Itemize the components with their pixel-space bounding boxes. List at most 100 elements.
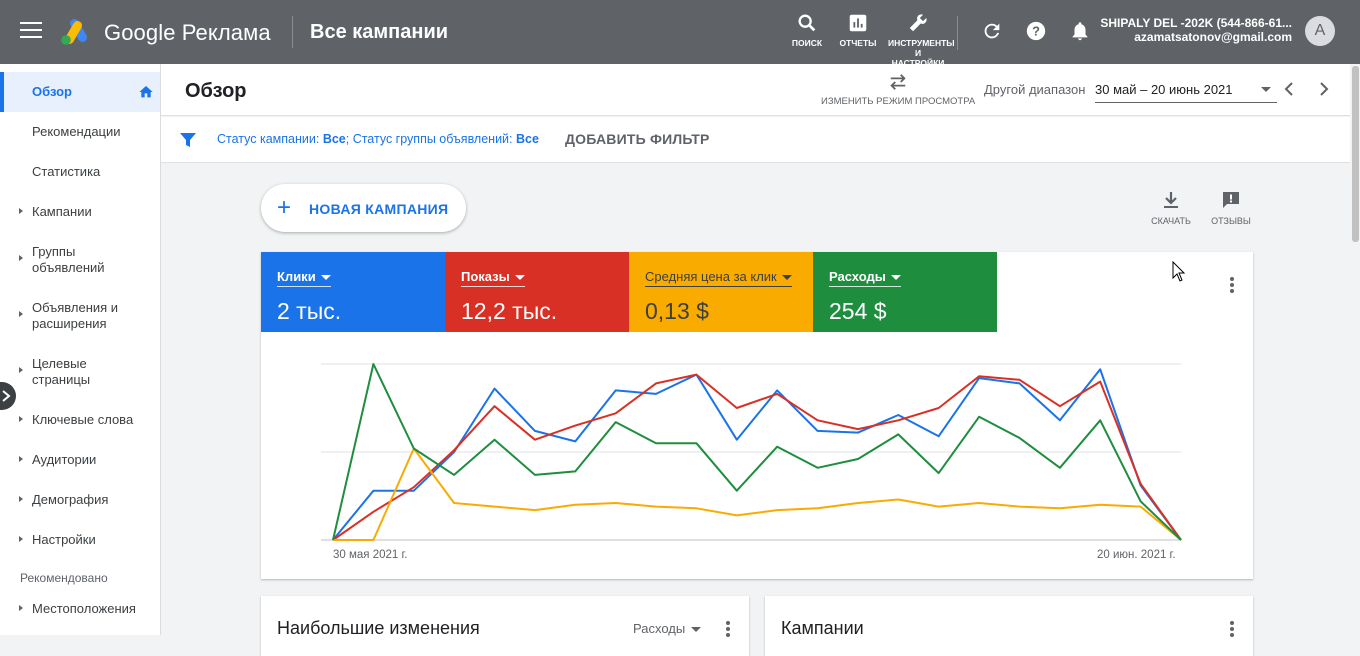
sidebar-item-label: Статистика xyxy=(32,164,101,179)
search-tool-label: ПОИСК xyxy=(791,38,823,48)
avatar[interactable]: A xyxy=(1305,16,1335,46)
expand-arrow-icon xyxy=(19,367,23,373)
download-icon xyxy=(1164,192,1178,208)
refresh-icon[interactable] xyxy=(981,20,1003,42)
date-range-value: 30 май – 20 июнь 2021 xyxy=(1095,82,1233,97)
dropdown-caret-icon xyxy=(320,275,331,281)
metric-cost[interactable]: Расходы 254 $ xyxy=(813,252,997,332)
expand-arrow-icon xyxy=(19,605,23,611)
home-icon xyxy=(139,86,153,98)
view-mode-label: ИЗМЕНИТЬ РЕЖИМ ПРОСМОТРА xyxy=(821,96,976,107)
dropdown-caret-icon xyxy=(781,275,792,281)
metric-impressions[interactable]: Показы 12,2 тыс. xyxy=(445,252,629,332)
feedback-label: ОТЗЫВЫ xyxy=(1211,216,1251,226)
metric-select[interactable]: Расходы xyxy=(633,621,702,636)
filter-value: Все xyxy=(322,132,346,146)
plus-icon: + xyxy=(277,194,292,221)
new-campaign-button[interactable]: + НОВАЯ КАМПАНИЯ xyxy=(261,184,466,232)
sidebar-item-label: Рекомендации xyxy=(32,124,121,139)
mouse-cursor-icon xyxy=(1172,261,1186,282)
download-label: СКАЧАТЬ xyxy=(1151,216,1191,226)
sidebar-item-keywords[interactable]: Ключевые слова xyxy=(0,412,160,432)
sidebar-item-landing-pages[interactable]: Целевые страницы xyxy=(0,356,160,392)
expand-arrow-icon xyxy=(19,536,23,542)
metric-label: Показы xyxy=(461,269,525,287)
reports-tool[interactable]: ОТЧЕТЫ xyxy=(838,12,878,48)
expand-arrow-icon xyxy=(19,311,23,317)
scrollbar[interactable] xyxy=(1350,64,1360,635)
section-label-recommended: Рекомендовано xyxy=(20,571,108,585)
tools-label-1: ИНСТРУМЕНТЫ xyxy=(888,38,955,48)
dropdown-caret-icon xyxy=(691,627,702,633)
scrollbar-thumb[interactable] xyxy=(1352,66,1359,242)
add-filter-button[interactable]: ДОБАВИТЬ ФИЛЬТР xyxy=(565,131,710,147)
swap-icon xyxy=(890,74,906,90)
series-line-Средняя цена за клик xyxy=(333,447,1182,541)
feedback-button[interactable]: ОТЗЫВЫ xyxy=(1210,190,1252,226)
metric-value: 2 тыс. xyxy=(277,298,342,324)
date-range-select[interactable]: 30 май – 20 июнь 2021 xyxy=(1095,77,1277,103)
chevron-right-icon[interactable] xyxy=(1317,81,1331,97)
account-info[interactable]: SHIPALY DEL -202K (544-866-61... azamats… xyxy=(1100,16,1292,44)
sidebar-item-ads-extensions[interactable]: Объявления и расширения xyxy=(0,300,160,336)
chevron-left-icon[interactable] xyxy=(1282,81,1296,97)
card-title: Наибольшие изменения xyxy=(277,618,480,638)
account-name: SHIPALY DEL -202K (544-866-61... xyxy=(1100,16,1292,30)
dropdown-caret-icon xyxy=(890,275,901,281)
page-header: Обзор ИЗМЕНИТЬ РЕЖИМ ПРОСМОТРА Другой ди… xyxy=(161,64,1360,116)
svg-text:?: ? xyxy=(1032,24,1040,39)
expand-arrow-icon xyxy=(19,255,23,261)
card-title: Кампании xyxy=(781,618,864,638)
dropdown-caret-icon xyxy=(514,275,525,281)
sidebar-item-recommendations[interactable]: Рекомендации xyxy=(0,124,160,144)
page-heading: Все кампании xyxy=(310,21,449,43)
sidebar-item-label: Настройки xyxy=(32,532,96,547)
more-options-icon[interactable] xyxy=(726,621,730,639)
metric-label: Расходы xyxy=(829,269,901,287)
help-icon[interactable]: ? xyxy=(1025,20,1047,42)
metric-value: 254 $ xyxy=(829,298,887,324)
sidebar-item-demographics[interactable]: Демография xyxy=(0,492,160,512)
reports-tool-label: ОТЧЕТЫ xyxy=(839,38,877,48)
divider xyxy=(292,16,293,48)
tools-label-2: И xyxy=(914,48,922,58)
divider xyxy=(957,16,958,50)
sidebar-item-label: Целевые страницы xyxy=(32,356,91,387)
sidebar-item-label: Объявления и расширения xyxy=(32,300,119,331)
more-options-icon[interactable] xyxy=(1230,621,1234,639)
sidebar-item-settings[interactable]: Настройки xyxy=(0,532,160,552)
feedback-icon xyxy=(1223,192,1239,208)
sidebar-item-campaigns[interactable]: Кампании xyxy=(0,204,160,224)
sidebar-item-audiences[interactable]: Аудитории xyxy=(0,452,160,472)
sidebar-item-overview[interactable]: Обзор xyxy=(0,72,160,112)
more-options-icon[interactable] xyxy=(1230,277,1234,295)
expand-arrow-icon xyxy=(19,456,23,462)
filter-value: Все xyxy=(516,132,539,146)
tools-settings-tool[interactable]: ИНСТРУМЕНТЫ И НАСТРОЙКИ xyxy=(888,12,955,68)
notifications-bell-icon[interactable] xyxy=(1069,20,1091,42)
hamburger-menu-icon[interactable] xyxy=(20,22,42,40)
dropdown-caret-icon xyxy=(1261,87,1271,92)
metric-value: 12,2 тыс. xyxy=(461,298,558,324)
google-ads-logo xyxy=(61,19,87,45)
active-filter-chip[interactable]: Статус кампании: Все; Статус группы объя… xyxy=(217,132,539,146)
sidebar: Обзор Рекомендации Статистика Кампании Г… xyxy=(0,64,161,635)
expand-arrow-icon xyxy=(19,208,23,214)
sidebar-item-label: Группы объявлений xyxy=(32,244,105,275)
search-tool[interactable]: ПОИСК xyxy=(788,12,826,48)
sidebar-item-locations[interactable]: Местоположения xyxy=(0,601,160,621)
sidebar-item-label: Местоположения xyxy=(32,601,136,616)
sidebar-item-label: Ключевые слова xyxy=(32,412,134,427)
sidebar-item-ad-groups[interactable]: Группы объявлений xyxy=(0,244,160,280)
metric-clicks[interactable]: Клики 2 тыс. xyxy=(261,252,445,332)
change-view-mode-button[interactable]: ИЗМЕНИТЬ РЕЖИМ ПРОСМОТРА xyxy=(821,72,975,107)
series-line-Клики xyxy=(332,368,1182,541)
sidebar-item-statistics[interactable]: Статистика xyxy=(0,164,160,184)
page-title: Обзор xyxy=(185,80,247,102)
metric-avg-cpc[interactable]: Средняя цена за клик 0,13 $ xyxy=(629,252,813,332)
filter-icon[interactable] xyxy=(179,131,197,149)
sidebar-item-label: Аудитории xyxy=(32,452,97,467)
download-button[interactable]: СКАЧАТЬ xyxy=(1150,190,1192,226)
x-axis-end-label: 20 июн. 2021 г. xyxy=(1097,549,1176,561)
wrench-icon xyxy=(909,14,927,32)
